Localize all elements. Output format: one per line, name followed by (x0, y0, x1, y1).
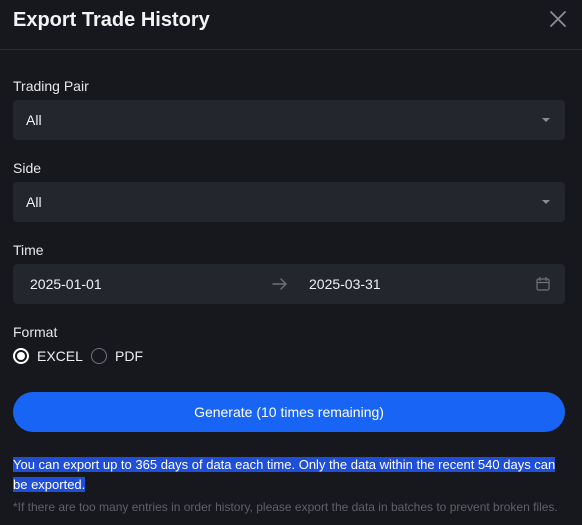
dialog-title: Export Trade History (13, 9, 210, 31)
dialog-header: Export Trade History (0, 0, 582, 50)
close-icon[interactable] (548, 9, 568, 29)
chevron-down-icon (542, 118, 550, 122)
generate-button[interactable]: Generate (10 times remaining) (13, 392, 565, 432)
format-label: Format (13, 324, 58, 340)
trading-pair-value: All (26, 112, 42, 128)
end-date-input[interactable]: 2025-03-31 (309, 275, 381, 293)
format-option-label: EXCEL (37, 348, 83, 364)
radio-checked-icon (13, 348, 29, 364)
notice-text: You can export up to 365 days of data ea… (13, 457, 556, 492)
side-label: Side (13, 160, 42, 176)
format-option-excel[interactable]: EXCEL (13, 347, 83, 365)
trading-pair-select[interactable]: All (13, 100, 565, 140)
side-select[interactable]: All (13, 182, 565, 222)
format-option-label: PDF (115, 348, 143, 364)
calendar-icon[interactable] (535, 276, 551, 292)
chevron-down-icon (542, 200, 550, 204)
format-option-pdf[interactable]: PDF (91, 347, 143, 365)
footnote: *If there are too many entries in order … (13, 500, 558, 514)
trading-pair-label: Trading Pair (13, 78, 89, 94)
export-trade-history-dialog: Export Trade History Trading Pair All Si… (0, 0, 582, 525)
start-date-input[interactable]: 2025-01-01 (30, 275, 102, 293)
time-label: Time (13, 242, 44, 258)
side-value: All (26, 194, 42, 210)
date-range-picker[interactable]: 2025-01-01 2025-03-31 (13, 264, 565, 304)
radio-unchecked-icon (91, 348, 107, 364)
export-limit-notice: You can export up to 365 days of data ea… (13, 455, 565, 495)
arrow-right-icon (272, 278, 287, 290)
